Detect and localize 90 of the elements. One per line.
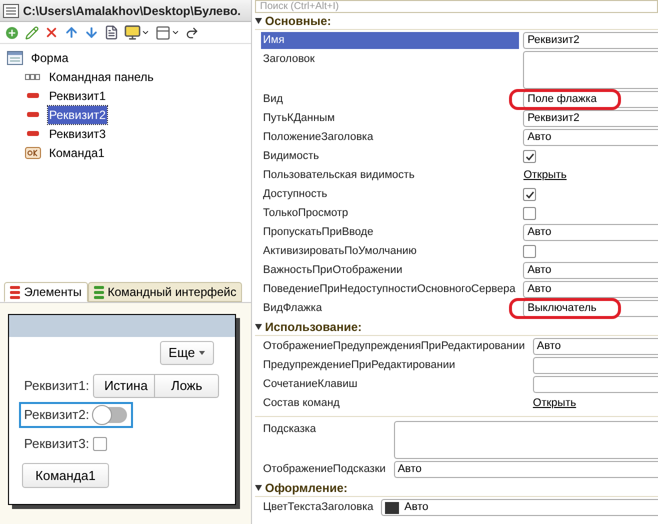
section-heading: Основные:: [265, 13, 332, 30]
stack-icon: [10, 286, 20, 298]
form-icon: [7, 50, 23, 64]
property-label[interactable]: ОтображениеПодсказки: [261, 461, 390, 478]
property-label[interactable]: ПропускатьПриВводе: [261, 224, 520, 240]
button-group-icon: [25, 72, 41, 80]
field-icon: [27, 93, 39, 98]
checkbox[interactable]: [523, 245, 536, 258]
expand-triangle-icon[interactable]: [255, 324, 262, 330]
add-icon[interactable]: [4, 24, 20, 40]
checkbox[interactable]: [93, 437, 108, 451]
property-label[interactable]: СочетаниеКлавиш: [261, 376, 529, 392]
checkbox[interactable]: [523, 150, 536, 163]
property-label[interactable]: Доступность: [261, 186, 520, 202]
toggle-option-button[interactable]: Ложь: [155, 374, 220, 398]
search-field[interactable]: Поиск (Ctrl+Alt+I): [255, 0, 658, 13]
field-label: Реквизит1:: [24, 377, 90, 396]
property-label[interactable]: ОтображениеПредупрежденияПриРедактировании: [261, 338, 529, 354]
monitor-dropdown-button[interactable]: [124, 24, 150, 41]
property-label[interactable]: ПутьКДанным: [261, 110, 520, 126]
expand-triangle-icon[interactable]: [255, 18, 262, 24]
field-icon: [27, 112, 39, 117]
property-label[interactable]: ВажностьПриОтображении: [261, 262, 520, 278]
value-field[interactable]: Выключатель: [523, 300, 658, 317]
property-label[interactable]: Пользовательская видимость: [261, 167, 520, 184]
panel-dropdown-button[interactable]: [155, 24, 180, 40]
open-link[interactable]: Открыть: [523, 167, 567, 184]
section-heading: Оформление:: [265, 480, 348, 497]
tree-item[interactable]: Форма: [30, 48, 70, 66]
arrow-down-icon[interactable]: [84, 25, 99, 40]
property-label[interactable]: Видимость: [261, 148, 520, 164]
field-icon: [27, 131, 39, 136]
caret-icon: [171, 28, 180, 37]
property-label[interactable]: Вид: [261, 91, 520, 108]
stack-icon: [94, 286, 104, 298]
value-field[interactable]: Авто: [523, 281, 658, 298]
property-label[interactable]: Состав команд: [261, 395, 529, 412]
value-field[interactable]: [532, 357, 658, 374]
command-icon: [25, 146, 41, 158]
tree-item[interactable]: Командная панель: [48, 68, 155, 86]
window-title: C:\Users\Amalakhov\Desktop\Булево.: [23, 2, 241, 20]
property-label[interactable]: ВидФлажка: [261, 300, 520, 316]
section-heading: Использование:: [265, 319, 362, 336]
text-area[interactable]: [394, 421, 658, 459]
toggle-option-button[interactable]: Истина: [93, 374, 156, 398]
checkbox[interactable]: [523, 188, 536, 201]
tab-label: Командный интерфейс: [108, 284, 236, 301]
value-field[interactable]: Реквизит2: [523, 32, 658, 49]
value-field[interactable]: [532, 376, 658, 393]
property-label[interactable]: ПредупреждениеПриРедактировании: [261, 357, 529, 374]
panel-tab[interactable]: Элементы: [4, 282, 88, 302]
caret-icon: [141, 28, 150, 37]
panel-tab[interactable]: Командный интерфейс: [88, 282, 242, 302]
property-label[interactable]: Подсказка: [261, 421, 390, 438]
tree-item[interactable]: Реквизит3: [48, 124, 107, 142]
tree-item[interactable]: Реквизит1: [48, 86, 107, 104]
property-label[interactable]: ПоложениеЗаголовка: [261, 129, 520, 146]
property-label[interactable]: Заголовок: [261, 51, 520, 68]
field-label: Реквизит3:: [24, 435, 90, 454]
curved-arrow-icon[interactable]: [185, 26, 199, 40]
text-area[interactable]: [523, 51, 658, 89]
value-field[interactable]: Авто: [394, 461, 658, 478]
pencil-icon[interactable]: [25, 26, 39, 40]
checkbox[interactable]: [523, 207, 536, 220]
value-field[interactable]: Поле флажка: [523, 91, 658, 108]
value-field[interactable]: Авто: [523, 224, 658, 241]
value-field[interactable]: Авто: [523, 262, 658, 279]
tree-item[interactable]: Команда1: [48, 144, 106, 162]
toggle-switch[interactable]: [93, 407, 128, 423]
color-value: Авто: [404, 500, 428, 516]
property-label[interactable]: АктивизироватьПоУмолчанию: [261, 243, 520, 260]
color-field[interactable]: Авто: [381, 499, 658, 516]
command-button[interactable]: Команда1: [22, 463, 109, 488]
property-label[interactable]: Имя: [261, 32, 520, 48]
more-button[interactable]: Еще: [160, 341, 214, 365]
delete-icon[interactable]: [44, 25, 59, 40]
value-field[interactable]: Авто: [523, 129, 658, 146]
value-field[interactable]: Реквизит2: [523, 110, 658, 127]
open-link[interactable]: Открыть: [532, 395, 576, 412]
property-label[interactable]: ТолькоПросмотр: [261, 205, 520, 222]
window-icon: [3, 4, 19, 18]
property-label[interactable]: ПоведениеПриНедоступностиОсновногоСервера: [261, 281, 520, 298]
caret-icon: [199, 351, 205, 355]
value-field[interactable]: Авто: [532, 338, 658, 355]
tab-label: Элементы: [24, 284, 82, 301]
tree-item[interactable]: Реквизит2: [48, 106, 107, 124]
document-icon[interactable]: [104, 25, 119, 40]
field-label: Реквизит2:: [24, 406, 90, 424]
property-label[interactable]: ЦветТекстаЗаголовка: [261, 499, 378, 516]
expand-triangle-icon[interactable]: [255, 485, 262, 491]
